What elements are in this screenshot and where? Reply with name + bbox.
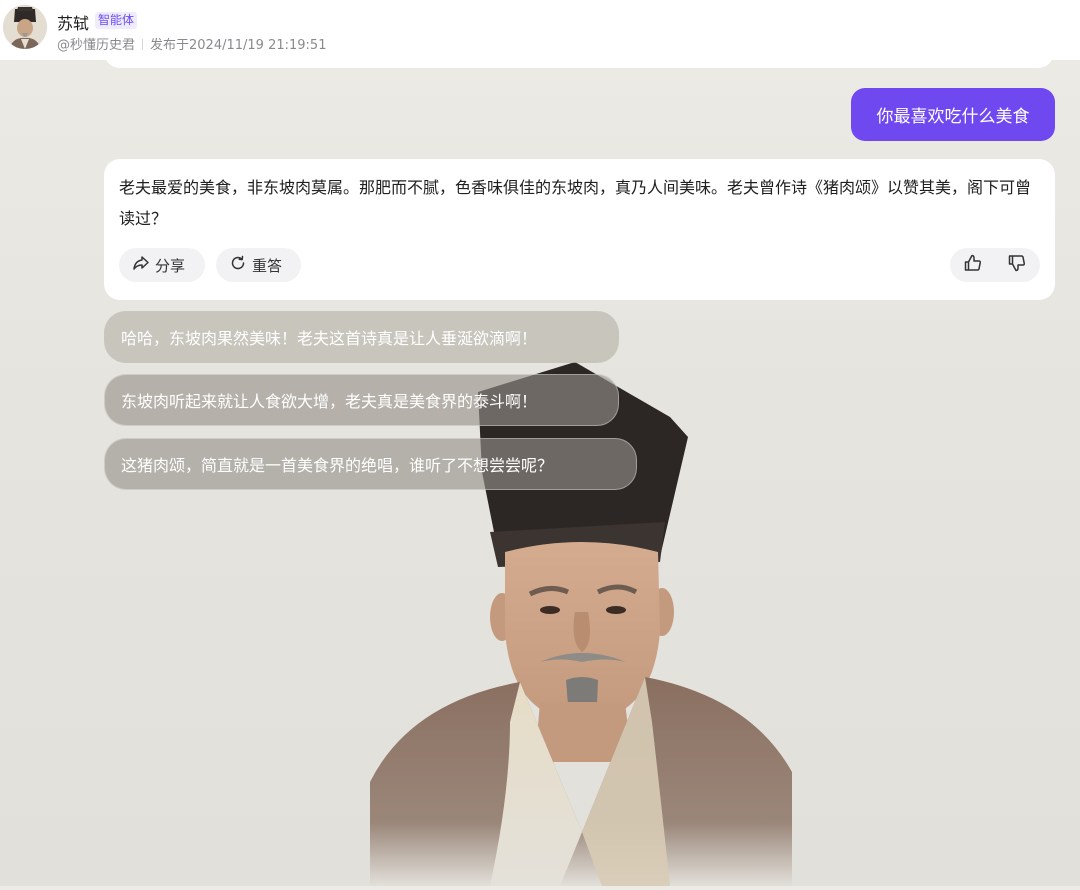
user-message-bubble: 你最喜欢吃什么美食 [851,88,1055,141]
suggested-reply-1[interactable]: 哈哈，东坡肉果然美味！老夫这首诗真是让人垂涎欲滴啊！ [104,311,619,363]
thumbs-down-icon[interactable] [1007,253,1027,277]
ai-message-card: 老夫最爱的美食，非东坡肉莫属。那肥而不腻，色香味俱佳的东坡肉，真乃人间美味。老夫… [104,159,1055,300]
refresh-icon [229,254,247,276]
thumbs-up-icon[interactable] [963,253,983,277]
rating-group [950,248,1040,282]
share-button[interactable]: 分享 [119,248,205,282]
agent-badge: 智能体 [95,12,138,29]
ai-message-text: 老夫最爱的美食，非东坡肉莫属。那肥而不腻，色香味俱佳的东坡肉，真乃人间美味。老夫… [119,178,1032,228]
publish-time: 发布于2024/11/19 21:19:51 [150,38,327,53]
suggested-reply-3[interactable]: 这猪肉颂，简直就是一首美食界的绝唱，谁听了不想尝尝呢？ [104,438,637,490]
header-meta: @秒懂历史君 发布于2024/11/19 21:19:51 [57,34,326,53]
character-name: 苏轼 [57,14,90,33]
share-label: 分享 [155,256,186,275]
author-handle[interactable]: @秒懂历史君 [57,38,135,53]
avatar[interactable] [3,5,47,49]
chat-header: 苏轼 智能体 @秒懂历史君 发布于2024/11/19 21:19:51 [0,0,1080,60]
regenerate-button[interactable]: 重答 [216,248,301,282]
meta-divider [142,39,144,50]
share-icon [132,254,150,276]
regenerate-label: 重答 [252,256,283,275]
suggested-reply-2[interactable]: 东坡肉听起来就让人食欲大增，老夫真是美食界的泰斗啊！ [104,374,619,426]
